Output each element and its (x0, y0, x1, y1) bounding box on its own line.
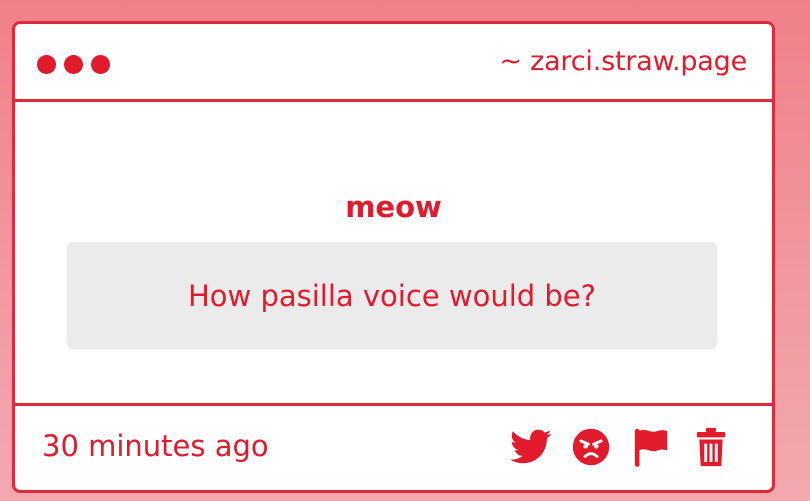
twitter-icon (510, 429, 552, 464)
report-flag-button[interactable] (630, 426, 672, 468)
question-box: How pasilla voice would be? (67, 242, 717, 349)
react-angry-button[interactable] (570, 426, 612, 468)
window-titlebar: ~ zarci.straw.page (15, 24, 772, 102)
window-controls (37, 55, 110, 74)
window-dot-icon (37, 55, 56, 74)
action-bar (510, 426, 732, 468)
flag-icon (634, 429, 668, 467)
timestamp: 30 minutes ago (42, 429, 269, 463)
card-footer: 30 minutes ago (15, 403, 772, 490)
card-content: meow How pasilla voice would be? (15, 102, 772, 403)
share-twitter-button[interactable] (510, 426, 552, 468)
author-name: meow (345, 190, 442, 224)
window-dot-icon (64, 55, 83, 74)
question-text: How pasilla voice would be? (187, 278, 597, 313)
site-address: ~ zarci.straw.page (499, 46, 747, 77)
question-card: ~ zarci.straw.page meow How pasilla voic… (12, 21, 775, 493)
window-dot-icon (91, 55, 110, 74)
angry-face-icon (572, 428, 610, 466)
delete-button[interactable] (690, 426, 732, 468)
trash-icon (696, 427, 726, 467)
